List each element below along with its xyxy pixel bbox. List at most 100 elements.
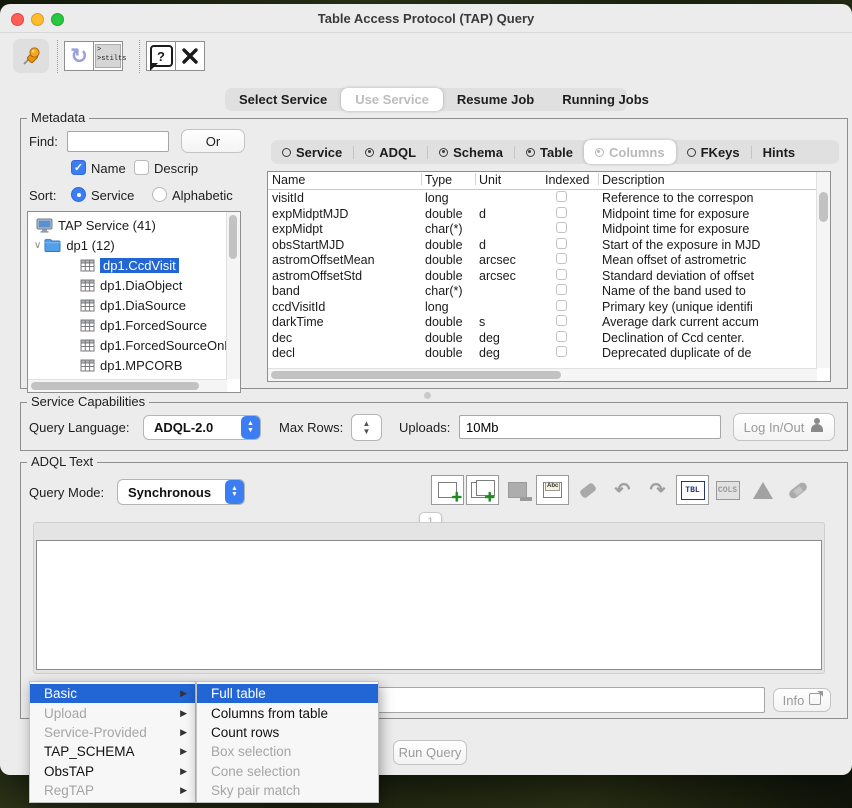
descrip-checkbox[interactable] [134,160,149,175]
tree-item-table[interactable]: dp1.MPCORB [28,356,241,375]
reload-button[interactable]: ↻ [64,41,94,71]
query-language-select[interactable]: ADQL-2.0 ▲▼ [143,415,261,440]
query-mode-select[interactable]: Synchronous ▲▼ [117,479,245,505]
tree-item-table[interactable]: dp1.DiaSource [28,296,241,315]
menu-item-label: ObsTAP [44,764,172,779]
scrollbar-thumb[interactable] [819,192,828,222]
copy-tab-button[interactable]: + [466,475,499,505]
tab-running-jobs[interactable]: Running Jobs [548,88,663,111]
menu-item[interactable]: Full table [197,684,378,703]
table-row[interactable]: expMidptchar(*)Midpoint time for exposur… [268,222,816,238]
fix-errors-button[interactable] [781,475,814,505]
tree-item-table[interactable]: dp1.DiaObject [28,276,241,295]
tree-item-table[interactable]: dp1.CcdVisit [28,256,241,275]
indexed-checkbox[interactable] [556,222,567,233]
view-tab-adql[interactable]: ADQL [354,140,427,164]
name-checkbox[interactable]: ✓ [71,160,86,175]
insert-columns-button[interactable]: COLS [711,475,744,505]
scrollbar-thumb[interactable] [31,382,199,390]
tree-item-table[interactable]: dp1.ForcedSourceOnD [28,336,241,355]
view-tab-hints[interactable]: Hints [752,140,807,164]
table-vertical-scrollbar[interactable] [816,172,830,368]
view-tab-columns[interactable]: Columns [584,140,676,164]
menu-item[interactable]: Count rows [197,723,378,742]
table-row[interactable]: obsStartMJDdoubledStart of the exposure … [268,238,816,254]
clear-text-button[interactable] [571,475,604,505]
table-row[interactable]: bandchar(*)Name of the band used to [268,284,816,300]
table-row[interactable]: ccdVisitIdlongPrimary key (unique identi… [268,300,816,316]
indexed-checkbox[interactable] [556,207,567,218]
indexed-checkbox[interactable] [556,284,567,295]
insert-table-name-button[interactable]: TBL [676,475,709,505]
tree-horizontal-scrollbar[interactable] [28,379,227,392]
menu-item[interactable]: TAP_SCHEMA▶ [30,742,195,761]
max-rows-stepper[interactable]: ▲▼ [351,414,382,441]
view-tab-fkeys[interactable]: FKeys [676,140,751,164]
menu-item[interactable]: Box selection [197,742,378,761]
scrollbar-thumb[interactable] [271,371,561,379]
menu-item-label: Upload [44,706,172,721]
menu-item[interactable]: ObsTAP▶ [30,762,195,781]
parse-errors-button[interactable] [746,475,779,505]
stepper-arrows-icon: ▲▼ [241,416,260,439]
indexed-checkbox[interactable] [556,331,567,342]
tab-select-service[interactable]: Select Service [225,88,341,111]
menu-item[interactable]: Sky pair match [197,781,378,800]
table-row[interactable]: decldoubledegDeprecated duplicate of de [268,346,816,362]
menu-item[interactable]: RegTAP▶ [30,781,195,800]
indexed-checkbox[interactable] [556,346,567,357]
help-button[interactable]: ? [146,41,176,71]
indexed-checkbox[interactable] [556,238,567,249]
tab-use-service[interactable]: Use Service [341,88,443,111]
view-tab-schema[interactable]: Schema [428,140,514,164]
tree-item-table[interactable]: dp1.ForcedSource [28,316,241,335]
close-window-button[interactable] [175,41,205,71]
find-input[interactable] [67,131,169,152]
run-query-button[interactable]: Run Query [393,740,467,765]
indexed-checkbox[interactable] [556,253,567,264]
stilts-button[interactable]: > >stilts [93,41,123,71]
menu-item[interactable]: Upload▶ [30,703,195,722]
table-row[interactable]: expMidptMJDdoubledMidpoint time for expo… [268,207,816,223]
indexed-checkbox[interactable] [556,315,567,326]
tree-item-service[interactable]: TAP Service (41) [28,216,241,235]
view-tab-table[interactable]: Table [515,140,584,164]
indexed-checkbox[interactable] [556,300,567,311]
table-row[interactable]: decdoubledegDeclination of Ccd center. [268,331,816,347]
tab-resume-job[interactable]: Resume Job [443,88,548,111]
indexed-checkbox[interactable] [556,269,567,280]
tree-vertical-scrollbar[interactable] [226,212,240,379]
scrollbar-thumb[interactable] [229,215,237,259]
find-label: Find: [29,134,58,149]
chevron-down-icon[interactable]: ∨ [34,240,41,251]
add-tab-button[interactable]: + [431,475,464,505]
uploads-field[interactable] [459,415,721,439]
sort-service-radio[interactable] [71,187,86,202]
remove-tab-button[interactable] [501,475,534,505]
menu-item[interactable]: Cone selection [197,762,378,781]
table-horizontal-scrollbar[interactable] [268,368,817,381]
sort-alphabetic-radio[interactable] [152,187,167,202]
login-button[interactable]: Log In/Out [733,413,835,441]
tree-item-schema-dp1[interactable]: ∨ dp1 (12) [28,236,241,255]
indexed-checkbox[interactable] [556,191,567,202]
query-mode-label: Query Mode: [29,485,104,500]
table-row[interactable]: visitIdlongReference to the correspon [268,191,816,207]
redo-button[interactable]: ↷ [641,475,674,505]
table-row[interactable]: astromOffsetStddoublearcsecStandard devi… [268,269,816,285]
rename-tab-button[interactable]: Abc [536,475,569,505]
table-row[interactable]: astromOffsetMeandoublearcsecMean offset … [268,253,816,269]
menu-item[interactable]: Basic▶ [30,684,195,703]
adql-text-editor[interactable] [36,540,822,670]
view-tab-service[interactable]: Service [271,140,353,164]
menu-item[interactable]: Columns from table [197,703,378,722]
copy-sheet-plus-icon: + [471,482,490,498]
info-button[interactable]: Info [773,688,831,712]
keep-window-button[interactable] [13,39,49,73]
splitter-handle[interactable] [424,392,431,399]
table-row[interactable]: darkTimedoublesAverage dark current accu… [268,315,816,331]
undo-button[interactable]: ↶ [606,475,639,505]
menu-item[interactable]: Service-Provided▶ [30,723,195,742]
service-capabilities-group: Service Capabilities Query Language: ADQ… [20,402,848,451]
or-button[interactable]: Or [181,129,245,153]
